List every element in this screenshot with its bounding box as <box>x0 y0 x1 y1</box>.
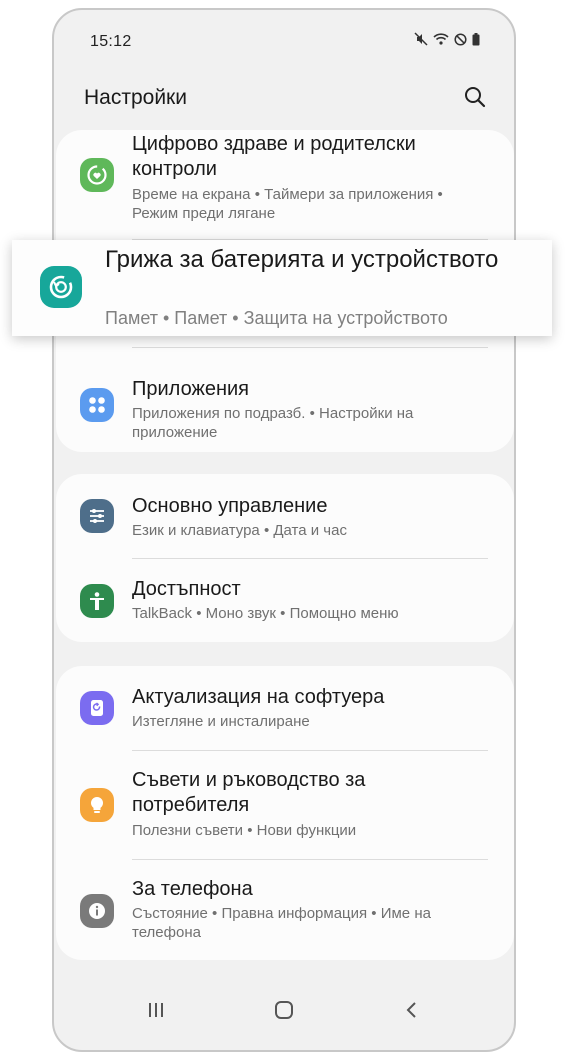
settings-group-2: Основно управление Език и клавиатура • Д… <box>56 474 514 642</box>
search-button[interactable] <box>460 82 490 112</box>
digital-wellbeing-icon <box>80 158 114 192</box>
home-button[interactable] <box>264 990 304 1030</box>
tips-icon <box>80 788 114 822</box>
recents-button[interactable] <box>136 990 176 1030</box>
home-icon <box>275 1001 293 1019</box>
mute-icon <box>414 32 428 46</box>
item-subtitle: Език и клавиатура • Дата и час <box>132 522 347 539</box>
item-subtitle: Време на екрана • Таймери за приложения … <box>132 186 443 222</box>
back-icon <box>406 1002 416 1018</box>
navigation-bar <box>54 970 514 1050</box>
about-phone-icon <box>80 894 114 928</box>
recents-icon <box>149 1003 163 1017</box>
item-subtitle: TalkBack • Моно звук • Помощно меню <box>132 605 399 622</box>
device-care-icon <box>40 266 82 308</box>
item-title: Актуализация на софтуера <box>132 686 385 708</box>
settings-item-tips[interactable]: Съвети и ръководство за потребителя Поле… <box>56 751 514 860</box>
status-time: 15:12 <box>90 33 132 50</box>
battery-icon <box>472 32 480 45</box>
item-title: Цифрово здраве и родителски контроли <box>132 133 416 180</box>
item-title: За телефона <box>132 878 253 900</box>
search-icon <box>465 87 486 108</box>
app-header: Настройки <box>54 70 514 130</box>
do-not-disturb-icon <box>454 32 467 46</box>
item-title: Основно управление <box>132 495 328 517</box>
settings-item-digital-wellbeing[interactable]: Цифрово здраве и родителски контроли Вре… <box>56 130 514 242</box>
wifi-icon <box>433 33 449 45</box>
item-title: Достъпност <box>132 578 241 600</box>
item-title: Приложения <box>132 378 250 400</box>
item-subtitle: Изтегляне и инсталиране <box>132 713 310 730</box>
settings-item-apps[interactable]: Приложения Приложения по подразб. • Наст… <box>56 348 514 452</box>
software-update-icon <box>80 691 114 725</box>
apps-icon <box>80 388 114 422</box>
item-subtitle: Приложения по подразб. • Настройки на пр… <box>132 405 414 441</box>
settings-group-3: Актуализация на софтуера Изтегляне и инс… <box>56 666 514 960</box>
status-icons <box>414 32 480 46</box>
item-subtitle: Състояние • Правна информация • Име на т… <box>132 905 431 941</box>
accessibility-icon <box>80 584 114 618</box>
back-button[interactable] <box>392 990 432 1030</box>
settings-item-general-management[interactable]: Основно управление Език и клавиатура • Д… <box>56 474 514 558</box>
settings-item-accessibility[interactable]: Достъпност TalkBack • Моно звук • Помощн… <box>56 559 514 642</box>
item-title: Грижа за батерията и устройството <box>105 246 499 273</box>
general-management-icon <box>80 499 114 533</box>
page-title: Настройки <box>84 86 187 109</box>
settings-item-software-update[interactable]: Актуализация на софтуера Изтегляне и инс… <box>56 666 514 750</box>
item-title: Съвети и ръководство за потребителя <box>132 769 366 816</box>
settings-item-device-care[interactable]: Грижа за батерията и устройството Памет … <box>12 240 552 336</box>
status-bar: 15:12 <box>54 10 514 70</box>
phone-frame: 15:12 Настройки Цифрово здраве и родител… <box>52 8 516 1052</box>
item-subtitle: Полезни съвети • Нови функции <box>132 822 357 839</box>
settings-item-about-phone[interactable]: За телефона Състояние • Правна информаци… <box>56 860 514 960</box>
item-subtitle: Памет • Памет • Защита на устройството <box>105 308 448 328</box>
